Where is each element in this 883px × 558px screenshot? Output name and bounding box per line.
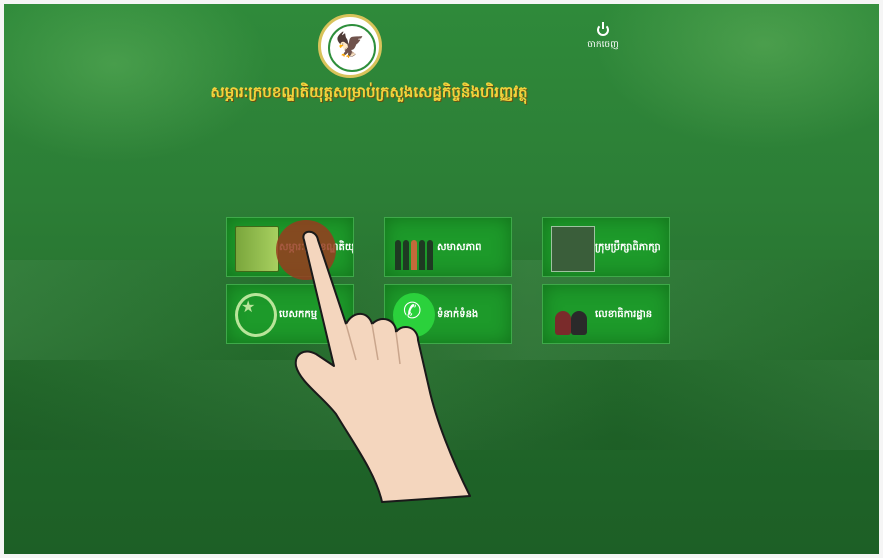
pointing-hand-icon xyxy=(294,230,471,503)
app-screen: 🦅 សម្ភារៈក្របខណ្ឌតិយុត្តសម្រាប់ក្រសួងសេដ… xyxy=(4,4,879,554)
